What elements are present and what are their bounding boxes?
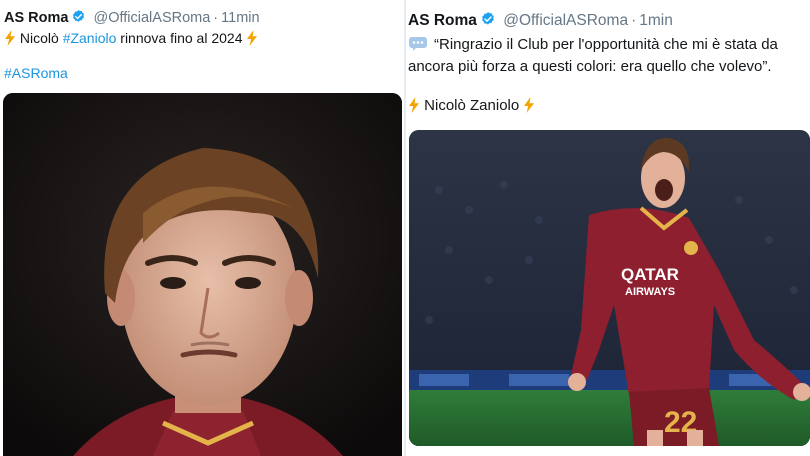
tweet-header: AS Roma @OfficialASRoma · 1min (408, 11, 673, 30)
signature-text: Nicolò Zaniolo (424, 97, 520, 114)
tweet-photo-celebration[interactable]: 22 QATAR AIRWAYS (409, 130, 810, 446)
display-name[interactable]: AS Roma (4, 10, 68, 26)
tweet-text-suffix: rinnova fino al 2024 (120, 30, 243, 46)
tweet-quote-line: “Ringrazio il Club per l'opportunità che… (408, 35, 778, 55)
hashtag-link[interactable]: #ASRoma (4, 64, 68, 82)
tweet-timestamp[interactable]: 1min (639, 12, 673, 29)
tweet-header: AS Roma @OfficialASRoma · 11min (4, 9, 260, 27)
lightning-bolt-icon (523, 97, 535, 113)
sponsor-text: AIRWAYS (625, 286, 675, 298)
user-handle[interactable]: @OfficialASRoma (503, 12, 628, 29)
tweet-signature: Nicolò Zaniolo (408, 96, 535, 116)
portrait-photo-icon (3, 93, 402, 456)
tweet-left[interactable]: AS Roma @OfficialASRoma · 11min Nicolò #Za… (0, 0, 404, 456)
tweet-text-prefix: Nicolò (19, 30, 59, 46)
tweet-photo-portrait[interactable] (3, 93, 402, 456)
tweet-quote-line: ancora più forza a questi colori: era qu… (408, 58, 772, 75)
sponsor-text: QATAR (621, 265, 679, 284)
tweet-timestamp[interactable]: 11min (221, 10, 259, 26)
display-name[interactable]: AS Roma (408, 12, 477, 29)
separator-dot: · (213, 10, 219, 26)
quote-text: “Ringrazio il Club per l'opportunità che… (434, 36, 778, 53)
tweet-right[interactable]: AS Roma @OfficialASRoma · 1min “Ringrazio … (406, 0, 810, 456)
verified-badge-icon (480, 11, 496, 27)
hashtag-link[interactable]: #Zaniolo (63, 30, 117, 46)
lightning-bolt-icon (246, 30, 258, 46)
verified-badge-icon (71, 9, 86, 24)
user-handle[interactable]: @OfficialASRoma (94, 10, 211, 26)
lightning-bolt-icon (408, 97, 420, 113)
speech-bubble-icon (408, 36, 428, 52)
celebration-photo-icon: 22 QATAR AIRWAYS (409, 130, 810, 446)
separator-dot: · (631, 12, 637, 29)
tweet-text: Nicolò #Zaniolo rinnova fino al 2024 (4, 29, 258, 47)
lightning-bolt-icon (4, 30, 16, 46)
